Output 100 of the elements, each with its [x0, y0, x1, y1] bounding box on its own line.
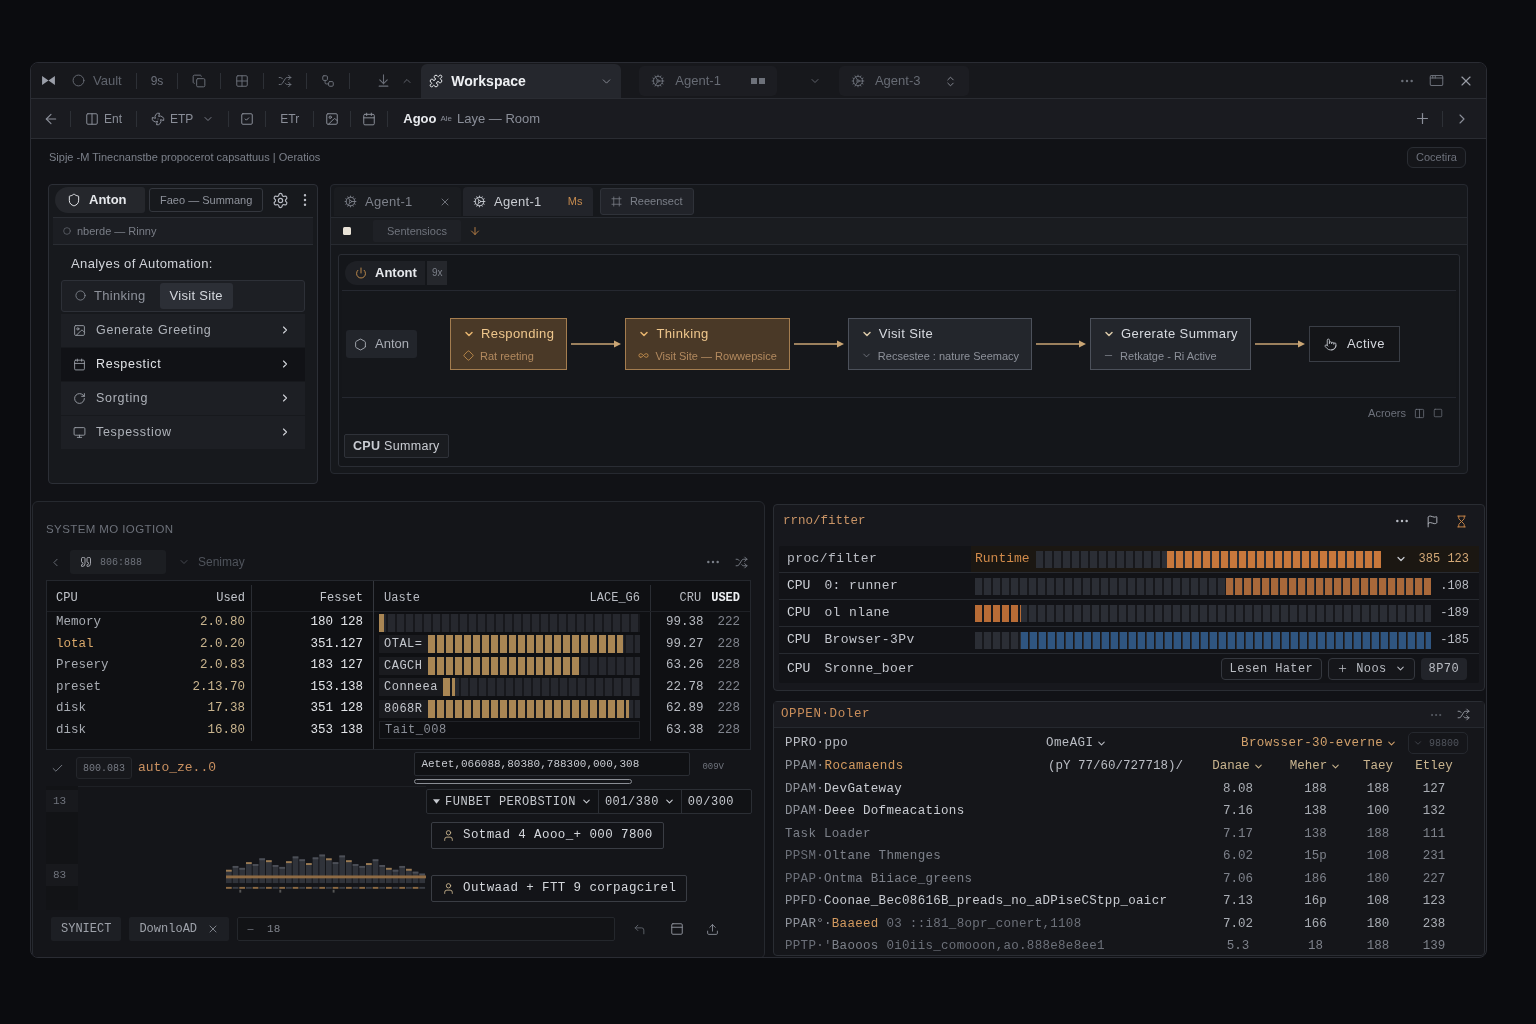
dropdown[interactable]: Browsser-30-everne [1241, 733, 1398, 753]
window-tab[interactable]: Workspace [421, 64, 622, 98]
calendar-icon [73, 357, 86, 371]
breadcrumb-title: Agoo [403, 109, 437, 128]
input-field[interactable]: 18 [237, 917, 616, 941]
table-cell-text: 227 [1422, 870, 1446, 888]
summary-selector[interactable]: Faeo — Summang [149, 188, 264, 212]
action-button[interactable]: Outwaad + FTT 9 corpagcirel [431, 875, 688, 902]
calendar-icon[interactable] [362, 111, 377, 126]
table-cell: disk [56, 722, 86, 737]
monitor-icon [73, 425, 86, 439]
node-detail: Rat reeting [480, 348, 534, 364]
footer-button[interactable]: SYNIECT [51, 917, 122, 941]
panel-title: SYSTEM MO IOGTION [46, 521, 174, 537]
value-selector[interactable]: 00/300 [680, 790, 741, 813]
sidebar-item[interactable]: Generate Greeting [61, 313, 305, 347]
row-value: .108 [1439, 578, 1469, 595]
shuffle-icon[interactable] [1457, 708, 1470, 721]
filter-label: PPRO·ppo [785, 735, 849, 750]
table-cell-text: 123 [1422, 893, 1446, 911]
footer-button[interactable]: DownloAD [129, 917, 230, 941]
column-header: CRU [679, 590, 702, 607]
process-name: PPAR°·Baaeed 03 ::i81_8opr_conert,1108 [785, 915, 1082, 933]
group-name: PPAM·Rocamaends [785, 758, 905, 776]
upload-icon[interactable] [706, 922, 720, 936]
shield-icon [67, 193, 81, 207]
settings-icon[interactable] [272, 191, 289, 209]
table-cell-text: 6.02 [1223, 848, 1253, 866]
shuffle-icon[interactable] [735, 555, 748, 569]
process-name: PPSM·Oltane Thmenges [785, 848, 942, 866]
table-cell-text: 188 [1366, 780, 1390, 798]
value-field[interactable]: 800.083 [76, 757, 132, 779]
mode-tab[interactable]: Visit Site [159, 282, 233, 309]
row-label: proc/filter [787, 550, 878, 569]
summary-button[interactable]: CPU Summary [344, 434, 449, 458]
agent-tab[interactable]: Agent-1 Ms [463, 187, 593, 216]
status-action-button[interactable]: Cocetira [1407, 147, 1466, 168]
process-name: PPAP·Ontma Biiace_greens [785, 870, 973, 888]
table-cell-text: 2.13.70 [192, 678, 245, 696]
puzzle-icon [429, 74, 444, 88]
row-value: 385 123 [1418, 551, 1469, 568]
dropdown[interactable]: Noos [1328, 657, 1415, 680]
table-cell: Presery [56, 658, 109, 673]
table-cell-text: 16p [1304, 893, 1327, 911]
double-square-icon [750, 78, 765, 84]
dropdown[interactable]: 001/380 [597, 790, 681, 813]
add-icon[interactable] [1414, 110, 1431, 127]
table-cell-text: 111 [1422, 825, 1446, 843]
table-cell: Memory [56, 615, 101, 630]
table-cell-text: 188 [1366, 825, 1390, 843]
workflow-icon[interactable] [321, 73, 336, 88]
table-cell-text: 188 [1366, 938, 1390, 956]
column-header[interactable]: Taey [1363, 757, 1393, 776]
row-tag: CPU [787, 658, 811, 679]
corner-arrow-icon[interactable] [633, 922, 647, 936]
cog-icon [473, 195, 486, 208]
table-cell: disk [56, 701, 86, 716]
window-icon[interactable] [1429, 73, 1444, 88]
process-name: DPAM·Deee Dofmeacations [785, 803, 965, 821]
filter-label: nberde — Rinny [77, 223, 157, 239]
column-header[interactable]: Etley [1415, 757, 1453, 776]
rotate-icon [73, 391, 86, 405]
copy-icon[interactable] [192, 73, 207, 88]
sidebar-item[interactable]: Tespesstiow [61, 415, 305, 449]
column-header[interactable]: Danae [1212, 757, 1264, 776]
table-cell-text: 2.0.80 [200, 614, 245, 632]
table-cell-text: 99.27 [665, 635, 704, 653]
table-cell-text: 139 [1422, 938, 1446, 956]
action-button[interactable]: Sotmad 4 Aooo_+ 000 7800 [431, 822, 664, 849]
grid-icon[interactable] [235, 73, 250, 88]
filter-button[interactable]: 8P70 [1420, 657, 1467, 680]
group-range: (pY 77/60/727718)/ [1048, 758, 1184, 776]
hourglass-icon[interactable] [1455, 514, 1468, 528]
toolbar-button[interactable]: ETr [277, 106, 303, 131]
node-title: Anton [375, 335, 409, 354]
action-button[interactable]: Reeensect [599, 188, 694, 215]
menu-button[interactable]: ETP [148, 106, 218, 131]
flow-arrow [1036, 340, 1087, 348]
checkbox-icon[interactable] [240, 111, 255, 126]
dropdown[interactable]: OmeAGI [1046, 733, 1108, 753]
node-title: Thinking [656, 325, 709, 343]
sidebar-item[interactable]: Respestict [61, 347, 305, 381]
table-cell-text: 108 [1366, 893, 1390, 911]
sidebar-item[interactable]: Sorgting [61, 381, 305, 415]
panel-icon[interactable] [670, 922, 685, 936]
query-field[interactable]: Aetet,066088,80380,788300,000,308 [414, 752, 691, 776]
dropdown[interactable]: FUNBET PEROBSTION [427, 790, 598, 813]
filter-button[interactable]: Lesen Hater [1220, 657, 1323, 680]
mode-tab[interactable]: Thinking [65, 282, 156, 309]
agent-tab[interactable]: Anton [55, 187, 145, 213]
tab-status-text: Ms [566, 194, 583, 210]
shuffle-icon[interactable] [278, 73, 293, 88]
column-header[interactable]: Meher [1289, 757, 1342, 776]
toolbar-button[interactable]: Ent [82, 106, 125, 131]
image-icon[interactable] [325, 111, 340, 126]
agent-tab[interactable]: Agent-1 [334, 187, 461, 216]
columns-icon [1414, 407, 1425, 419]
flag-icon[interactable] [1426, 514, 1439, 528]
id-chip[interactable]: 806:888 [70, 550, 166, 574]
table-cell-text: 222 [717, 678, 740, 696]
